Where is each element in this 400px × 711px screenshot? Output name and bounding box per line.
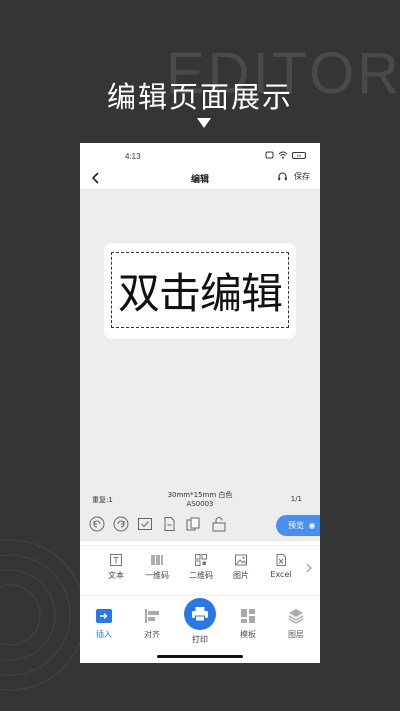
label-model: AS0003 xyxy=(186,500,214,508)
label-info-row: 重复:1 30mm*15mm 白色 AS0003 1/1 xyxy=(80,491,320,511)
bottom-tabbar: 插入 对齐 打印 模板 图层 xyxy=(80,595,320,651)
label-size: 30mm*15mm 白色 xyxy=(167,491,233,499)
text-icon xyxy=(110,554,122,566)
headline: 编辑页面展示 xyxy=(106,80,293,114)
multi-select-icon[interactable] xyxy=(136,515,154,533)
printer-icon xyxy=(192,607,208,622)
home-indicator xyxy=(157,655,243,658)
template-icon xyxy=(241,609,255,623)
headset-icon[interactable] xyxy=(277,171,288,182)
phone-screen: 4:13 63 编辑 保存 双击编辑 重复:1 30mm*15mm 白色 AS0… xyxy=(80,143,320,663)
copy-icon[interactable] xyxy=(184,515,202,533)
insert-image-label: 图片 xyxy=(233,571,249,580)
label-spec: 30mm*15mm 白色 AS0003 xyxy=(80,491,320,509)
insert-image-button[interactable]: 图片 xyxy=(223,553,259,581)
chevron-right-icon[interactable] xyxy=(305,562,313,574)
navbar-actions: 保存 xyxy=(277,171,310,182)
status-bar: 4:13 63 xyxy=(80,143,320,169)
undo-icon[interactable] xyxy=(88,515,106,533)
editor-canvas[interactable]: 双击编辑 xyxy=(80,189,320,541)
preview-label: 预览 xyxy=(288,521,304,530)
tab-template[interactable]: 模板 xyxy=(228,607,268,640)
insert-barcode-label: 一维码 xyxy=(145,571,169,580)
insert-excel-button[interactable]: Excel xyxy=(263,553,299,579)
insert-bar: 文本 一维码 二维码 图片 Excel xyxy=(80,545,320,591)
edit-toolbar: 预览 ◉ xyxy=(80,513,320,537)
pointer-triangle-icon xyxy=(197,118,211,128)
image-icon xyxy=(235,554,247,566)
decorative-arcs xyxy=(0,539,86,691)
tab-layers-label: 图层 xyxy=(288,630,304,639)
navbar: 编辑 保存 xyxy=(80,167,320,189)
status-time: 4:13 xyxy=(125,152,141,161)
wifi-icon xyxy=(278,151,288,159)
tab-insert-label: 插入 xyxy=(96,630,112,639)
print-button[interactable] xyxy=(184,598,216,630)
insert-qrcode-button[interactable]: 二维码 xyxy=(183,553,219,581)
tab-insert[interactable]: 插入 xyxy=(84,607,124,640)
tab-template-label: 模板 xyxy=(240,630,256,639)
tab-align[interactable]: 对齐 xyxy=(132,607,172,640)
paste-icon[interactable] xyxy=(160,515,178,533)
label-card[interactable]: 双击编辑 xyxy=(104,243,296,339)
tab-layers[interactable]: 图层 xyxy=(276,607,316,640)
excel-icon xyxy=(276,554,286,566)
eye-icon: ◉ xyxy=(308,521,316,530)
label-text-element[interactable]: 双击编辑 xyxy=(111,252,289,328)
page-indicator: 1/1 xyxy=(290,495,302,503)
redo-icon[interactable] xyxy=(112,515,130,533)
align-icon xyxy=(145,609,159,623)
status-icons: 63 xyxy=(265,151,306,159)
barcode-icon xyxy=(151,555,163,565)
qrcode-icon xyxy=(195,554,207,566)
insert-text-button[interactable]: 文本 xyxy=(98,553,134,581)
tab-print-label: 打印 xyxy=(192,635,208,644)
battery-icon: 63 xyxy=(292,151,306,159)
tab-print[interactable]: 打印 xyxy=(180,598,220,645)
preview-button[interactable]: 预览 ◉ xyxy=(276,515,320,536)
layers-icon xyxy=(288,609,304,624)
insert-qrcode-label: 二维码 xyxy=(189,571,213,580)
alarm-icon xyxy=(265,151,274,159)
insert-excel-label: Excel xyxy=(270,570,292,579)
lock-icon[interactable] xyxy=(210,515,228,533)
insert-text-label: 文本 xyxy=(108,571,124,580)
save-button[interactable]: 保存 xyxy=(294,171,310,182)
tab-align-label: 对齐 xyxy=(144,630,160,639)
insert-icon xyxy=(96,609,112,623)
insert-barcode-button[interactable]: 一维码 xyxy=(139,553,175,581)
